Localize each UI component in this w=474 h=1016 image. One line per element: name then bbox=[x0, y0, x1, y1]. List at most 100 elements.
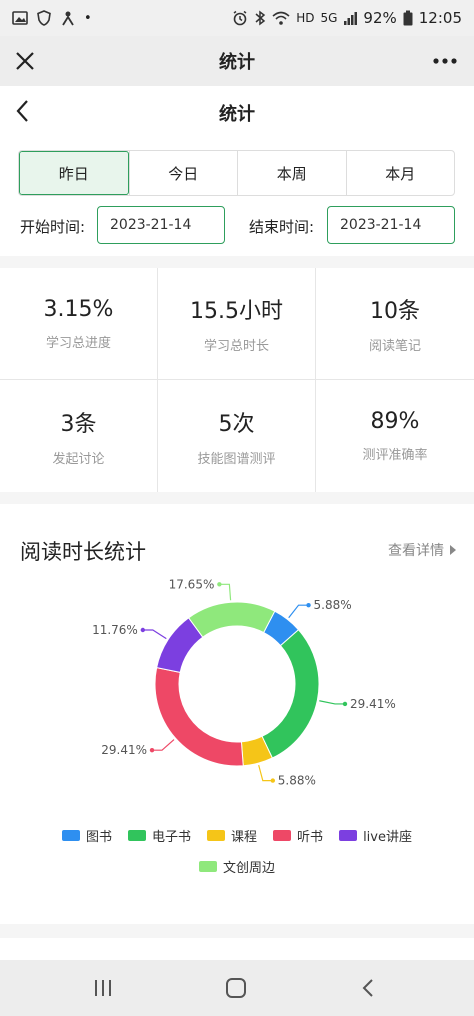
tab-today[interactable]: 今日 bbox=[128, 151, 238, 195]
miniprogram-title: 统计 bbox=[219, 52, 255, 73]
page-nav-bar: 统计 bbox=[0, 86, 474, 140]
bluetooth-icon bbox=[255, 10, 266, 26]
stat-label: 学习总进度 bbox=[45, 335, 111, 351]
slice-merch[interactable] bbox=[187, 601, 276, 638]
leader-line-audiobooks bbox=[152, 739, 175, 751]
period-segmented-control: 昨日 今日 本周 本月 bbox=[18, 150, 455, 196]
slice-label-ebooks: 29.41% bbox=[350, 697, 396, 711]
stat-learning-progress: 3.15% 学习总进度 bbox=[0, 268, 158, 380]
legend-row: 文创周边 bbox=[0, 857, 474, 876]
stat-skill-assessments: 5次 技能图谱测评 bbox=[158, 380, 316, 492]
legend-swatch bbox=[198, 861, 217, 872]
end-time-field[interactable]: 2023-21-14 bbox=[327, 206, 455, 244]
stat-label: 学习总时长 bbox=[203, 339, 269, 354]
leader-dot-merch bbox=[217, 582, 222, 587]
slice-ebooks[interactable] bbox=[261, 629, 320, 759]
legend-item-courses[interactable]: 课程 bbox=[207, 826, 257, 845]
stat-label: 技能图谱测评 bbox=[197, 451, 276, 467]
close-icon[interactable] bbox=[12, 48, 38, 74]
system-back-icon[interactable] bbox=[356, 974, 382, 1002]
stat-value: 5次 bbox=[218, 411, 255, 437]
leader-line-ebooks bbox=[319, 700, 345, 705]
legend-item-merch[interactable]: 文创周边 bbox=[198, 857, 275, 876]
stat-value: 3条 bbox=[60, 411, 97, 437]
legend-swatch bbox=[128, 830, 147, 841]
tab-yesterday[interactable]: 昨日 bbox=[19, 151, 129, 195]
slice-audiobooks[interactable] bbox=[154, 667, 244, 767]
legend-label: 课程 bbox=[231, 830, 258, 845]
legend-swatch bbox=[207, 830, 226, 841]
system-nav-bar bbox=[0, 960, 474, 1016]
battery-icon bbox=[403, 10, 413, 26]
leader-line-books bbox=[288, 604, 309, 619]
legend-label: 电子书 bbox=[152, 830, 192, 845]
back-arrow-icon[interactable] bbox=[10, 96, 36, 126]
slice-label-audiobooks: 29.41% bbox=[101, 743, 147, 757]
stat-discussions: 3条 发起讨论 bbox=[0, 380, 158, 492]
recent-apps-icon[interactable] bbox=[90, 974, 116, 1002]
gallery-icon bbox=[12, 11, 28, 25]
clock-time: 12:05 bbox=[418, 9, 462, 27]
hd-indicator: HD bbox=[296, 11, 315, 25]
legend-row: 图书 电子书 课程 听书 live讲座 bbox=[0, 826, 474, 845]
leader-dot-live-lectures bbox=[140, 627, 146, 633]
network-indicator: 5G bbox=[320, 11, 338, 25]
legend-label: 听书 bbox=[297, 830, 324, 845]
legend-item-ebooks[interactable]: 电子书 bbox=[128, 826, 191, 845]
wifi-icon bbox=[272, 11, 290, 25]
date-filter-panel: 昨日 今日 本周 本月 开始时间: 2023-21-14 结束时间: 2023-… bbox=[0, 140, 474, 256]
stat-label: 测评准确率 bbox=[362, 448, 428, 463]
leader-dot-audiobooks bbox=[149, 747, 155, 753]
home-icon[interactable] bbox=[222, 974, 250, 1002]
legend-item-books[interactable]: 图书 bbox=[62, 826, 112, 845]
tab-this-month[interactable]: 本月 bbox=[345, 151, 455, 195]
legend-swatch bbox=[273, 830, 292, 841]
legend-label: 图书 bbox=[86, 830, 113, 845]
slice-label-books: 5.88% bbox=[314, 598, 352, 612]
status-bar: • HD 5G 92% 12:05 bbox=[0, 0, 474, 36]
stats-grid: 3.15% 学习总进度 15.5小时 学习总时长 10条 阅读笔记 3条 发起讨… bbox=[0, 268, 474, 492]
stat-value: 10条 bbox=[370, 299, 420, 324]
more-options-icon[interactable] bbox=[430, 48, 460, 74]
stat-reading-notes: 10条 阅读笔记 bbox=[316, 268, 474, 380]
leader-line-merch bbox=[219, 583, 232, 601]
next-card-edge bbox=[0, 938, 474, 960]
start-time-field[interactable]: 2023-21-14 bbox=[97, 206, 225, 244]
status-dot: • bbox=[84, 10, 92, 26]
legend-item-live-lectures[interactable]: live讲座 bbox=[339, 826, 412, 845]
stat-value: 89% bbox=[370, 409, 420, 434]
legend-label: live讲座 bbox=[363, 830, 412, 845]
tab-this-week[interactable]: 本周 bbox=[237, 151, 346, 195]
page-content: 统计 昨日 今日 本周 本月 开始时间: 2023-21-14 结束时间: 20… bbox=[0, 86, 474, 960]
stat-learning-duration: 15.5小时 学习总时长 bbox=[158, 268, 316, 380]
status-right-icons: HD 5G 92% 12:05 bbox=[232, 9, 462, 27]
slice-label-courses: 5.88% bbox=[278, 774, 316, 788]
legend-swatch bbox=[62, 830, 80, 841]
legend-label: 文创周边 bbox=[222, 861, 275, 876]
chart-legend: 图书 电子书 课程 听书 live讲座文创周边 bbox=[0, 826, 474, 888]
leader-dot-books bbox=[306, 602, 311, 608]
signal-icon bbox=[344, 12, 358, 25]
legend-item-audiobooks[interactable]: 听书 bbox=[273, 826, 323, 845]
stat-label: 发起讨论 bbox=[52, 451, 105, 467]
slice-label-live-lectures: 11.76% bbox=[92, 623, 138, 637]
app-notification-icon bbox=[62, 11, 74, 26]
miniprogram-title-bar: 统计 bbox=[0, 36, 474, 86]
stat-assessment-accuracy: 89% 测评准确率 bbox=[316, 380, 474, 492]
shield-icon bbox=[37, 10, 51, 26]
stat-value: 15.5小时 bbox=[190, 299, 283, 324]
reading-duration-card: 阅读时长统计 查看详情 5.88% 29.41% 5.88% 29.41% 11.76%… bbox=[0, 504, 474, 924]
start-time-label: 开始时间: bbox=[20, 218, 86, 236]
slice-label-merch: 17.65% bbox=[169, 577, 215, 591]
reading-donut-chart: 5.88% 29.41% 5.88% 29.41% 11.76% 17.65% bbox=[92, 577, 396, 788]
leader-line-courses bbox=[258, 764, 273, 782]
page-title: 统计 bbox=[219, 104, 255, 125]
leader-line-live-lectures bbox=[142, 629, 167, 640]
end-time-label: 结束时间: bbox=[249, 218, 315, 236]
leader-dot-ebooks bbox=[342, 701, 348, 707]
alarm-icon bbox=[233, 10, 247, 26]
stat-value: 3.15% bbox=[43, 296, 114, 322]
legend-swatch bbox=[339, 830, 358, 841]
stat-label: 阅读笔记 bbox=[368, 339, 421, 354]
leader-dot-courses bbox=[270, 778, 276, 783]
